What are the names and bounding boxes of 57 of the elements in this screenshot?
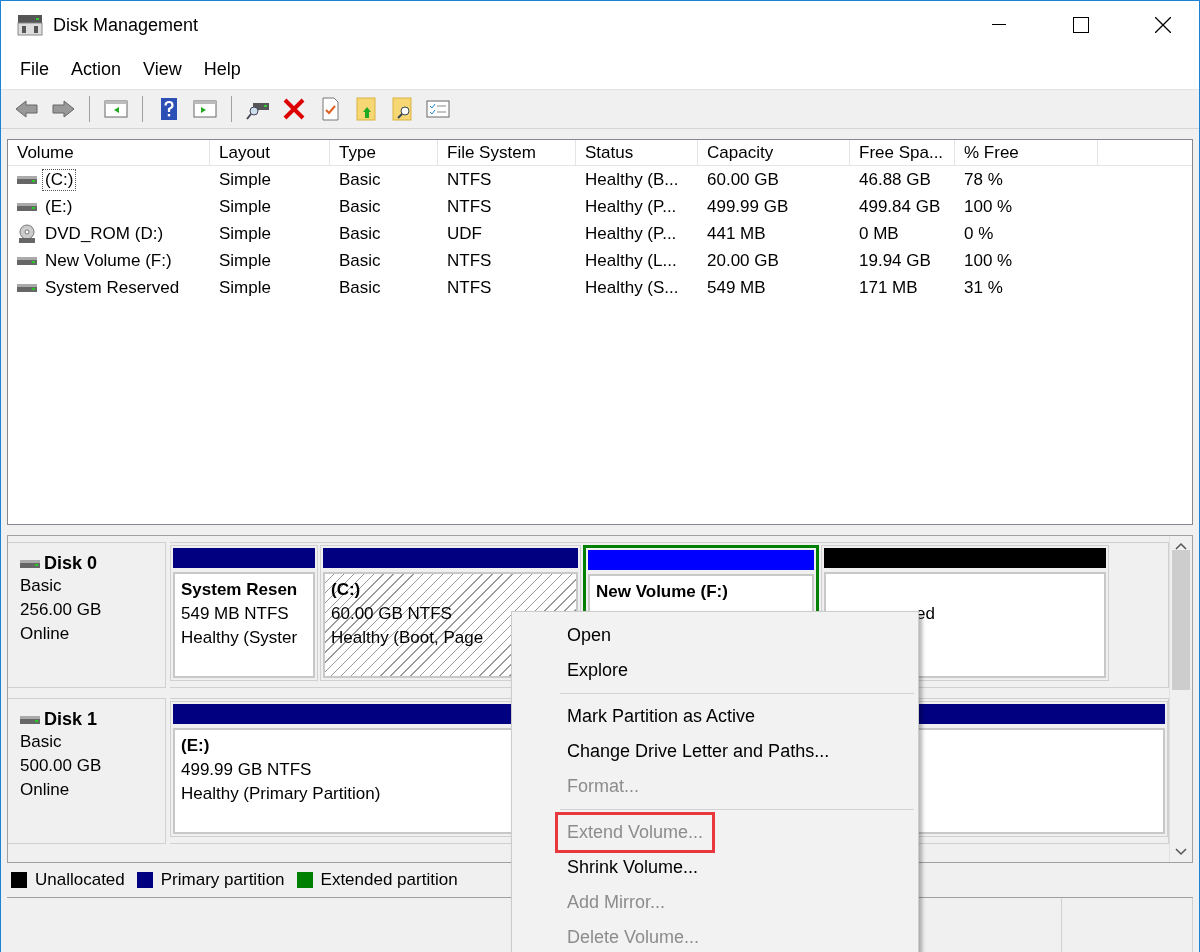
table-cell-text: Simple	[218, 196, 272, 217]
table-cell-text: Basic	[338, 196, 382, 217]
table-cell-text: 19.94 GB	[858, 250, 932, 271]
table-cell-text: Simple	[218, 223, 272, 244]
table-cell-text: Healthy (P...	[584, 196, 678, 217]
table-cell-text: NTFS	[446, 277, 493, 298]
partition-name: New Volume (F:)	[596, 581, 728, 603]
table-cell-text: Healthy (B...	[584, 169, 680, 190]
table-cell-text: 549 MB	[706, 277, 767, 298]
table-cell-text: 100 %	[963, 250, 1014, 271]
window-title: Disk Management	[53, 14, 200, 36]
disk-name: Disk 1	[44, 709, 98, 730]
disk-type: Basic	[20, 575, 63, 597]
partition-info: 499.99 GB NTFS	[181, 759, 312, 781]
table-cell-text: Basic	[338, 223, 382, 244]
partition-name: (C:)	[331, 579, 361, 601]
table-cell-text: 499.99 GB	[706, 196, 790, 217]
partition-name: (E:)	[181, 735, 210, 757]
table-cell-text: 0 MB	[858, 223, 900, 244]
table-cell-text: Simple	[218, 169, 272, 190]
table-cell-text: Healthy (L...	[584, 250, 678, 271]
table-cell-text: 20.00 GB	[706, 250, 780, 271]
legend-label: Primary partition	[160, 870, 285, 890]
table-cell-text: 0 %	[963, 223, 995, 244]
table-cell-text: 499.84 GB	[858, 196, 942, 217]
table-cell-text: Basic	[338, 277, 382, 298]
table-cell-text: NTFS	[446, 196, 493, 217]
disk-size: 256.00 GB	[20, 599, 103, 621]
table-cell-text: 441 MB	[706, 223, 767, 244]
table-cell-text: 100 %	[963, 196, 1014, 217]
table-cell-text: 31 %	[963, 277, 1004, 298]
table-cell-text: UDF	[446, 223, 483, 244]
partition-info: 549 MB NTFS	[181, 603, 289, 625]
disk-status: Online	[20, 779, 71, 801]
disk-status: Online	[20, 623, 71, 645]
table-cell-text: Basic	[338, 250, 382, 271]
legend-label: Unallocated	[35, 870, 125, 890]
table-cell-text: NTFS	[446, 250, 493, 271]
table-cell-text: 171 MB	[858, 277, 919, 298]
partition-info: 60.00 GB NTFS	[331, 603, 452, 625]
table-cell-text: Simple	[218, 250, 272, 271]
table-cell-text: 78 %	[963, 169, 1004, 190]
disk-type: Basic	[20, 731, 63, 753]
legend-label: Extended partition	[320, 870, 458, 890]
disk-name: Disk 0	[44, 553, 98, 574]
partition-info: Healthy (Syster	[181, 627, 298, 649]
partition-info: Healthy (Boot, Page	[331, 627, 484, 649]
table-cell-text: 60.00 GB	[706, 169, 780, 190]
table-cell-text: NTFS	[446, 169, 493, 190]
table-cell-text: Simple	[218, 277, 272, 298]
disk-size: 500.00 GB	[20, 755, 103, 777]
table-cell-text: Healthy (P...	[584, 223, 678, 244]
table-cell-text: 46.88 GB	[858, 169, 932, 190]
table-cell-text: Healthy (S...	[584, 277, 680, 298]
table-cell-text: Basic	[338, 169, 382, 190]
partition-info: Healthy (Primary Partition)	[181, 783, 381, 805]
partition-name: System Resen	[181, 579, 298, 601]
